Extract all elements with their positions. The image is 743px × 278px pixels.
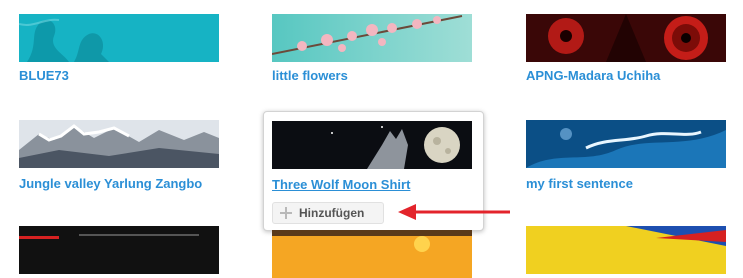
add-button[interactable]: Hinzufügen [272, 202, 384, 224]
thumbnail-jungle-valley[interactable] [19, 120, 219, 168]
thumbnail-row3-3[interactable] [526, 226, 726, 274]
thumbnail-row3-1[interactable] [19, 226, 219, 274]
gallery-item-title[interactable]: my first sentence [526, 176, 633, 191]
gallery-item-title[interactable]: BLUE73 [19, 68, 69, 83]
gallery-item-title[interactable]: Three Wolf Moon Shirt [272, 177, 410, 192]
gallery-item-title[interactable]: Jungle valley Yarlung Zangbo [19, 176, 202, 191]
plus-icon [279, 206, 293, 220]
thumbnail-apng-madara-uchiha[interactable] [526, 14, 726, 62]
annotation-arrow-icon [398, 204, 510, 220]
thumbnail-blue73[interactable] [19, 14, 219, 62]
thumbnail-row3-2[interactable] [272, 230, 472, 278]
thumbnail-little-flowers[interactable] [272, 14, 472, 62]
thumbnail-three-wolf-moon[interactable] [272, 121, 472, 169]
gallery-item-title[interactable]: APNG-Madara Uchiha [526, 68, 660, 83]
add-button-label: Hinzufügen [299, 206, 365, 220]
gallery-item-title[interactable]: little flowers [272, 68, 348, 83]
thumbnail-my-first-sentence[interactable] [526, 120, 726, 168]
